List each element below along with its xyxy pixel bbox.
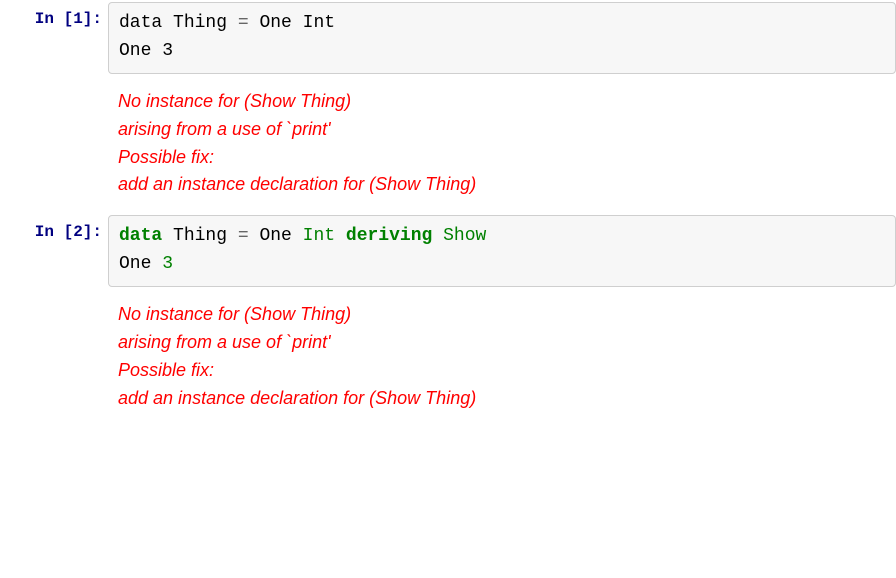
code-input[interactable]: data Thing = One Int deriving Show One 3	[108, 215, 896, 287]
code-input[interactable]: data Thing = One Int One 3	[108, 2, 896, 74]
error-output: No instance for (Show Thing) arising fro…	[108, 86, 896, 202]
output-spacer	[0, 86, 108, 202]
code-line: data Thing = One Int	[119, 10, 885, 38]
error-line: Possible fix:	[118, 357, 886, 385]
output-area: No instance for (Show Thing) arising fro…	[0, 299, 896, 415]
code-line: data Thing = One Int deriving Show	[119, 223, 885, 251]
error-line: No instance for (Show Thing)	[118, 301, 886, 329]
error-line: arising from a use of `print'	[118, 116, 886, 144]
notebook-cell: In [1]: data Thing = One Int One 3	[0, 2, 896, 74]
notebook-cell: In [2]: data Thing = One Int deriving Sh…	[0, 215, 896, 287]
prompt-area: In [1]:	[0, 2, 108, 28]
code-line: One 3	[119, 251, 885, 279]
error-line: No instance for (Show Thing)	[118, 88, 886, 116]
error-line: add an instance declaration for (Show Th…	[118, 385, 886, 413]
output-area: No instance for (Show Thing) arising fro…	[0, 86, 896, 202]
error-line: Possible fix:	[118, 144, 886, 172]
error-line: arising from a use of `print'	[118, 329, 886, 357]
error-line: add an instance declaration for (Show Th…	[118, 171, 886, 199]
code-line: One 3	[119, 38, 885, 66]
input-prompt: In [2]:	[35, 223, 102, 241]
input-prompt: In [1]:	[35, 10, 102, 28]
output-spacer	[0, 299, 108, 415]
prompt-area: In [2]:	[0, 215, 108, 241]
error-output: No instance for (Show Thing) arising fro…	[108, 299, 896, 415]
